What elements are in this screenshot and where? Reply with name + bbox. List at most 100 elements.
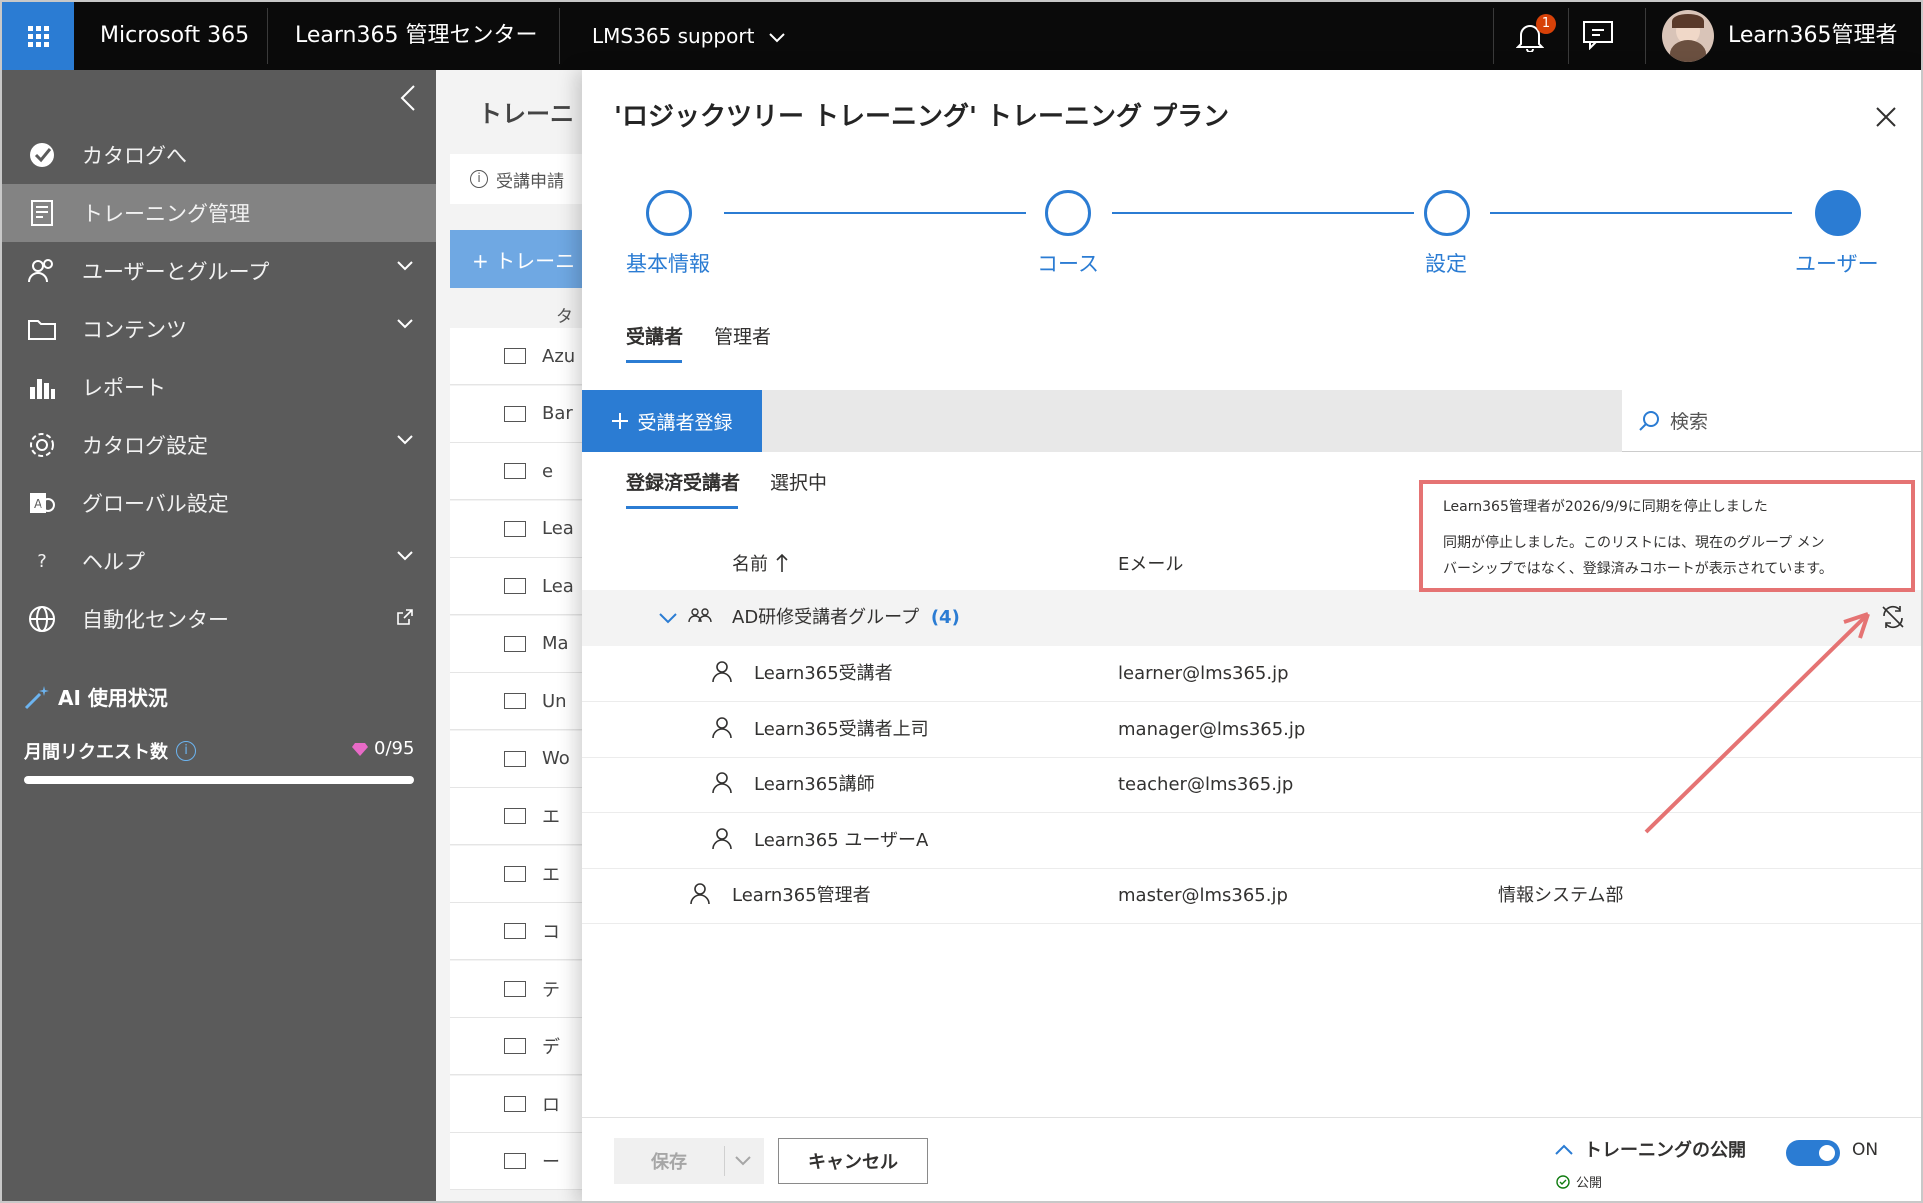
sidebar-item-training-management[interactable]: トレーニング管理 [2, 184, 436, 242]
background-add-training-button[interactable]: + トレーニ [450, 230, 586, 288]
sidebar-item-label: カタログへ [82, 144, 187, 168]
step-settings-circle[interactable] [1424, 190, 1470, 236]
table-row[interactable]: Learn365管理者 master@lms365.jp 情報システム部 [582, 868, 1921, 924]
monitor-icon [504, 635, 526, 652]
background-table-row[interactable]: Ma [450, 615, 586, 673]
tab-administrators[interactable]: 管理者 [714, 322, 771, 349]
help-icon: ? [37, 550, 47, 572]
chevron-down-icon[interactable] [735, 1156, 751, 1166]
step-basic-info-circle[interactable] [646, 190, 692, 236]
user-name[interactable]: Learn365管理者 [1728, 2, 1897, 70]
background-table-row[interactable]: Lea [450, 558, 586, 615]
background-table-row[interactable]: Bar [450, 385, 586, 443]
chevron-up-icon[interactable] [1554, 1144, 1574, 1156]
background-table-row[interactable]: デ [450, 1018, 586, 1075]
step-basic-info-label[interactable]: 基本情報 [626, 248, 710, 278]
monthly-requests-value-row: 0/95 [352, 738, 414, 759]
subtab-selected[interactable]: 選択中 [770, 468, 827, 495]
user-email-cell: teacher@lms365.jp [1118, 774, 1294, 795]
sidebar-item-automation-center[interactable]: 自動化センター [2, 590, 436, 648]
sidebar-item-global-settings[interactable]: A グローバル設定 [2, 474, 436, 532]
person-icon [712, 661, 732, 683]
publish-toggle[interactable] [1786, 1140, 1840, 1166]
search-icon [1639, 410, 1659, 431]
person-icon [712, 716, 732, 738]
tab-learners[interactable]: 受講者 [626, 322, 683, 349]
person-icon [712, 827, 732, 849]
step-connector [724, 212, 1026, 214]
background-row-title: デ [542, 1037, 560, 1058]
background-row-title: Bar [542, 403, 573, 424]
background-table-row[interactable]: e [450, 443, 586, 500]
background-table-row[interactable]: ロ [450, 1075, 586, 1133]
sidebar-item-help[interactable]: ? ヘルプ [2, 532, 436, 590]
brand-label[interactable]: Microsoft 365 [100, 2, 249, 70]
user-email-cell: master@lms365.jp [1118, 885, 1288, 906]
avatar[interactable] [1662, 10, 1714, 62]
info-icon[interactable]: i [176, 741, 196, 761]
step-course-circle[interactable] [1045, 190, 1091, 236]
search-input[interactable]: 検索 [1622, 390, 1921, 452]
background-row-title: Lea [542, 518, 574, 539]
background-row-title: Ma [542, 633, 569, 654]
sidebar-item-contents[interactable]: コンテンツ [2, 300, 436, 358]
monitor-icon [504, 808, 526, 824]
panel-footer: 保存 キャンセル トレーニングの公開 公開 ON [582, 1117, 1921, 1201]
monitor-icon [504, 1038, 526, 1054]
background-table-row[interactable]: ー [450, 1133, 586, 1190]
chevron-down-icon[interactable] [658, 612, 678, 624]
close-icon[interactable] [1873, 104, 1899, 130]
background-table-row[interactable]: エ [450, 845, 586, 903]
top-bar: Microsoft 365 Learn365 管理センター LMS365 sup… [2, 2, 1921, 70]
background-table-row[interactable]: コ [450, 903, 586, 960]
sidebar-item-label: 自動化センター [82, 608, 229, 632]
background-row-title: ロ [542, 1094, 560, 1116]
user-course-icon [504, 348, 526, 364]
step-course-label[interactable]: コース [1037, 248, 1099, 278]
background-table-row[interactable]: Azu [450, 328, 586, 385]
magic-wand-icon [24, 685, 49, 709]
save-label: 保存 [651, 1152, 687, 1173]
sidebar-item-catalog-settings[interactable]: カタログ設定 [2, 416, 436, 474]
app-launcher-button[interactable] [2, 2, 74, 70]
background-page-title: トレーニ [478, 100, 574, 128]
background-table-row[interactable]: テ [450, 960, 586, 1018]
sidebar-item-reports[interactable]: レポート [2, 358, 436, 416]
collapse-chevron-icon[interactable] [400, 84, 416, 112]
monitor-icon [504, 405, 526, 422]
background-row-title: コ [542, 922, 560, 943]
notifications-button[interactable]: 1 [1512, 14, 1556, 58]
app-title[interactable]: Learn365 管理センター [295, 2, 537, 70]
notification-badge: 1 [1536, 14, 1556, 34]
training-document-icon [2, 200, 82, 226]
background-table-row[interactable]: Lea [450, 500, 586, 558]
column-header-email[interactable]: Eメール [1118, 550, 1183, 576]
subtab-registered-learners[interactable]: 登録済受講者 [626, 468, 740, 495]
chevron-down-icon [769, 33, 785, 43]
tooltip-line-1: Learn365管理者が2026/9/9に同期を停止しました [1443, 499, 1768, 515]
column-header-name[interactable]: 名前 [732, 550, 788, 576]
background-table-row[interactable]: Un [450, 673, 586, 730]
background-table-row[interactable]: エ [450, 788, 586, 845]
step-users-circle[interactable] [1815, 190, 1861, 236]
background-table-row[interactable]: Wo [450, 730, 586, 788]
person-icon [712, 772, 732, 794]
user-name-cell: Learn365 ユーザーA [754, 829, 929, 851]
sidebar-item-catalog[interactable]: カタログへ [2, 126, 436, 184]
monthly-requests-progress [24, 776, 414, 784]
step-users-label[interactable]: ユーザー [1795, 248, 1879, 278]
save-button[interactable]: 保存 [614, 1138, 764, 1184]
step-settings-label[interactable]: 設定 [1425, 248, 1467, 278]
cancel-button[interactable]: キャンセル [778, 1138, 928, 1184]
tenant-selector[interactable]: LMS365 support [592, 2, 785, 70]
command-bar: 受講者登録 検索 [582, 390, 1921, 452]
group-name-cell: AD研修受講者グループ (4) [732, 590, 960, 646]
feedback-button[interactable] [1582, 20, 1618, 54]
monitor-icon [504, 578, 526, 594]
tenant-label: LMS365 support [592, 24, 755, 48]
user-course-icon [504, 1095, 526, 1112]
monitor-icon [504, 1153, 526, 1169]
sidebar-item-users-groups[interactable]: ユーザーとグループ [2, 242, 436, 300]
add-learner-button[interactable]: 受講者登録 [582, 390, 762, 452]
background-row-title: エ [542, 807, 560, 828]
